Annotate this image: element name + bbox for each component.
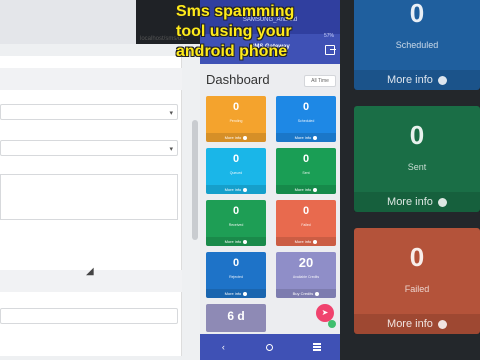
tile-label: Received: [228, 223, 244, 227]
arrow-circle-icon: [437, 319, 447, 329]
more-info-link[interactable]: More info: [276, 237, 336, 246]
stat-tile-available-credits: 20 Available Credits Buy Credits: [276, 252, 336, 298]
video-caption: Sms spamming tool using your android pho…: [176, 2, 336, 62]
card-value: 0: [409, 242, 425, 272]
tile-value: 0: [232, 257, 240, 269]
arrow-circle-icon: [243, 239, 248, 244]
card-label: Scheduled: [395, 40, 439, 50]
more-info-link[interactable]: More info: [206, 133, 266, 142]
arrow-circle-icon: [313, 135, 318, 140]
message-textarea[interactable]: [0, 174, 178, 220]
android-nav-bar: ‹: [200, 334, 340, 360]
tile-label: Queued: [229, 171, 243, 175]
select-field-1[interactable]: ▾: [0, 104, 178, 120]
stat-tile-queued: 0 Queued More info: [206, 148, 266, 194]
video-frame: ✱ ⬇ ◐ ⋮ localhost/sms/di... ▾ ▾ ◢ 0 Sche…: [0, 0, 480, 360]
stat-tile-sent: 0 Sent More info: [276, 148, 336, 194]
page-title: Dashboard: [206, 72, 270, 87]
desktop-dashboard-right: 0 Scheduled More info 0 Sent More info 0…: [340, 0, 480, 360]
chat-bubble-icon[interactable]: [328, 320, 336, 328]
back-icon[interactable]: ‹: [208, 342, 238, 352]
more-info-link[interactable]: More info: [276, 133, 336, 142]
tile-label: Rejected: [229, 275, 243, 279]
time-filter-select[interactable]: All Time: [304, 75, 336, 87]
caption-line: tool using your: [176, 23, 292, 40]
tile-value: 6 d: [227, 309, 245, 323]
failed-card: 0 Failed More info: [354, 228, 480, 334]
arrow-circle-icon: [313, 239, 318, 244]
arrow-circle-icon: [437, 197, 447, 207]
tile-value: 0: [302, 205, 310, 217]
tile-label: Failed: [301, 223, 311, 227]
menu-icon[interactable]: [302, 342, 332, 353]
input-field[interactable]: [0, 308, 178, 324]
stat-tile-failed: 0 Failed More info: [276, 200, 336, 246]
resize-cursor-icon: ◢: [86, 266, 94, 277]
tile-label: Sent: [302, 171, 310, 175]
more-info-link[interactable]: More info: [206, 237, 266, 246]
form-header: [0, 68, 182, 90]
scheduled-card: 0 Scheduled More info: [354, 0, 480, 90]
select-field-2[interactable]: ▾: [0, 140, 178, 156]
scrollbar[interactable]: [192, 120, 198, 240]
sent-card: 0 Sent More info: [354, 106, 480, 212]
tile-value: 0: [302, 153, 310, 165]
more-info-link[interactable]: More info: [276, 185, 336, 194]
home-button[interactable]: [255, 343, 285, 351]
card-label: Sent: [407, 162, 427, 172]
more-info-link[interactable]: More info: [206, 289, 266, 298]
tile-label: Pending: [229, 119, 243, 123]
chevron-down-icon: ▾: [169, 110, 173, 117]
arrow-circle-icon: [243, 187, 248, 192]
arrow-circle-icon: [315, 291, 320, 296]
more-info-label: More info: [224, 187, 242, 192]
more-info-link[interactable]: More info: [354, 314, 480, 334]
more-info-label: More info: [224, 239, 242, 244]
tile-label: Scheduled: [297, 119, 315, 123]
card-label: Failed: [404, 284, 430, 294]
stat-tile-scheduled: 0 Scheduled More info: [276, 96, 336, 142]
card-value: 0: [409, 120, 425, 150]
tile-value: 0: [232, 153, 240, 165]
desktop-browser-left: ✱ ⬇ ◐ ⋮ localhost/sms/di... ▾ ▾ ◢: [0, 0, 200, 360]
tile-value: 0: [232, 101, 240, 113]
arrow-circle-icon: [437, 75, 447, 85]
tile-value: 0: [232, 205, 240, 217]
more-info-link[interactable]: More info: [206, 185, 266, 194]
more-info-label: More info: [224, 135, 242, 140]
compose-form: ▾ ▾: [0, 56, 182, 356]
chevron-down-icon: ▾: [169, 146, 173, 153]
caption-line: Sms spamming: [176, 3, 295, 20]
more-info-link[interactable]: Buy Credits: [276, 289, 336, 298]
card-value: 0: [409, 0, 425, 28]
more-info-label: More info: [294, 135, 312, 140]
tile-value: 20: [298, 255, 314, 270]
stat-tile-received: 0 Received More info: [206, 200, 266, 246]
more-info-link[interactable]: More info: [354, 192, 480, 212]
more-info-label: More info: [294, 239, 312, 244]
caption-line: android phone: [176, 43, 288, 60]
more-info-link[interactable]: More info: [354, 70, 480, 90]
tile-label: Available Credits: [292, 275, 320, 279]
more-info-label: Buy Credits: [292, 291, 314, 296]
arrow-circle-icon: [243, 135, 248, 140]
uptime-tile: 6 d: [206, 304, 266, 332]
home-icon: [266, 343, 274, 351]
more-info-label: More info: [224, 291, 242, 296]
stat-tile-pending: 0 Pending More info: [206, 96, 266, 142]
arrow-circle-icon: [243, 291, 248, 296]
tile-value: 0: [302, 101, 310, 113]
more-info-label: More info: [294, 187, 312, 192]
arrow-circle-icon: [313, 187, 318, 192]
stat-tile-rejected: 0 Rejected More info: [206, 252, 266, 298]
